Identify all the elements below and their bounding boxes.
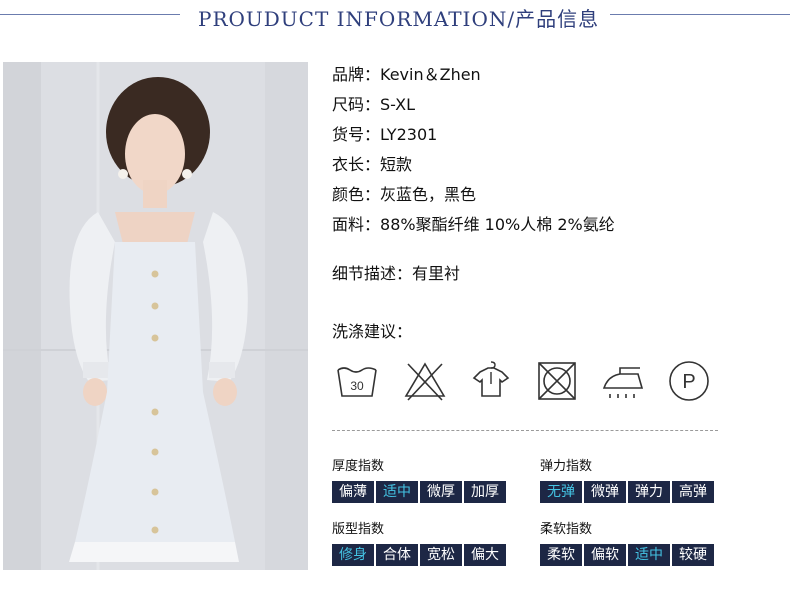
header-divider-right <box>610 14 790 15</box>
index-option: 偏大 <box>464 544 506 566</box>
hang-dry-icon <box>468 358 514 404</box>
spec-brand: 品牌：Kevin＆Zhen <box>332 64 615 94</box>
product-photo <box>3 62 308 570</box>
index-option-selected: 适中 <box>628 544 670 566</box>
elasticity-index: 弹力指数 无弹 微弹 弹力 高弹 <box>540 455 714 503</box>
section-divider <box>332 430 718 431</box>
index-option-selected: 无弹 <box>540 481 582 503</box>
professional-mark: P <box>682 371 695 393</box>
spec-value: 灰蓝色，黑色 <box>380 185 477 204</box>
header-divider-left <box>0 14 180 15</box>
spec-value: 88%聚酯纤维 10%人棉 2%氨纶 <box>380 215 615 234</box>
detail-value: 有里衬 <box>412 264 461 283</box>
wash-temp-label: 30 <box>350 379 364 393</box>
iron-steam-icon <box>600 358 646 404</box>
professional-dry-clean-icon: P <box>666 358 712 404</box>
index-option: 加厚 <box>464 481 506 503</box>
fit-index: 版型指数 修身 合体 宽松 偏大 <box>332 518 506 566</box>
index-options: 偏薄 适中 微厚 加厚 <box>332 481 506 503</box>
thickness-index: 厚度指数 偏薄 适中 微厚 加厚 <box>332 455 506 503</box>
do-not-bleach-icon <box>402 358 448 404</box>
index-title: 柔软指数 <box>540 522 593 537</box>
index-option-selected: 适中 <box>376 481 418 503</box>
index-option: 微厚 <box>420 481 462 503</box>
index-options: 无弹 微弹 弹力 高弹 <box>540 481 714 503</box>
spec-label: 品牌： <box>332 65 381 84</box>
spec-label: 衣长： <box>332 155 381 174</box>
detail-label: 细节描述： <box>332 264 413 283</box>
product-specs: 品牌：Kevin＆Zhen 尺码：S-XL 货号：LY2301 衣长：短款 颜色… <box>332 64 615 244</box>
index-option: 较硬 <box>672 544 714 566</box>
index-title: 弹力指数 <box>540 459 593 474</box>
index-option: 高弹 <box>672 481 714 503</box>
spec-label: 尺码： <box>332 95 381 114</box>
section-header: PROUDUCT INFORMATION/产品信息 <box>0 0 790 34</box>
spec-value: Kevin＆Zhen <box>380 65 481 84</box>
index-title: 厚度指数 <box>332 459 385 474</box>
spec-length: 衣长：短款 <box>332 154 615 184</box>
index-title: 版型指数 <box>332 522 385 537</box>
index-option: 弹力 <box>628 481 670 503</box>
do-not-tumble-dry-icon <box>534 358 580 404</box>
index-option: 宽松 <box>420 544 462 566</box>
index-option: 偏软 <box>584 544 626 566</box>
index-option: 合体 <box>376 544 418 566</box>
spec-value: S-XL <box>380 95 416 114</box>
spec-label: 货号： <box>332 125 381 144</box>
section-title: PROUDUCT INFORMATION/产品信息 <box>198 7 600 31</box>
care-icons: 30 P <box>334 358 714 408</box>
spec-value: LY2301 <box>380 125 438 144</box>
spec-value: 短款 <box>380 155 413 174</box>
care-title: 洗涤建议： <box>332 322 413 341</box>
spec-item-number: 货号：LY2301 <box>332 124 615 154</box>
index-options: 修身 合体 宽松 偏大 <box>332 544 506 566</box>
wash-30-icon: 30 <box>334 358 380 404</box>
index-option: 偏薄 <box>332 481 374 503</box>
spec-color: 颜色：灰蓝色，黑色 <box>332 184 615 214</box>
index-options: 柔软 偏软 适中 较硬 <box>540 544 714 566</box>
index-option-selected: 修身 <box>332 544 374 566</box>
spec-label: 颜色： <box>332 185 381 204</box>
index-option: 微弹 <box>584 481 626 503</box>
softness-index: 柔软指数 柔软 偏软 适中 较硬 <box>540 518 714 566</box>
index-option: 柔软 <box>540 544 582 566</box>
spec-label: 面料： <box>332 215 381 234</box>
spec-size: 尺码：S-XL <box>332 94 615 124</box>
spec-fabric: 面料：88%聚酯纤维 10%人棉 2%氨纶 <box>332 214 615 244</box>
detail-description: 细节描述：有里衬 <box>332 260 460 284</box>
